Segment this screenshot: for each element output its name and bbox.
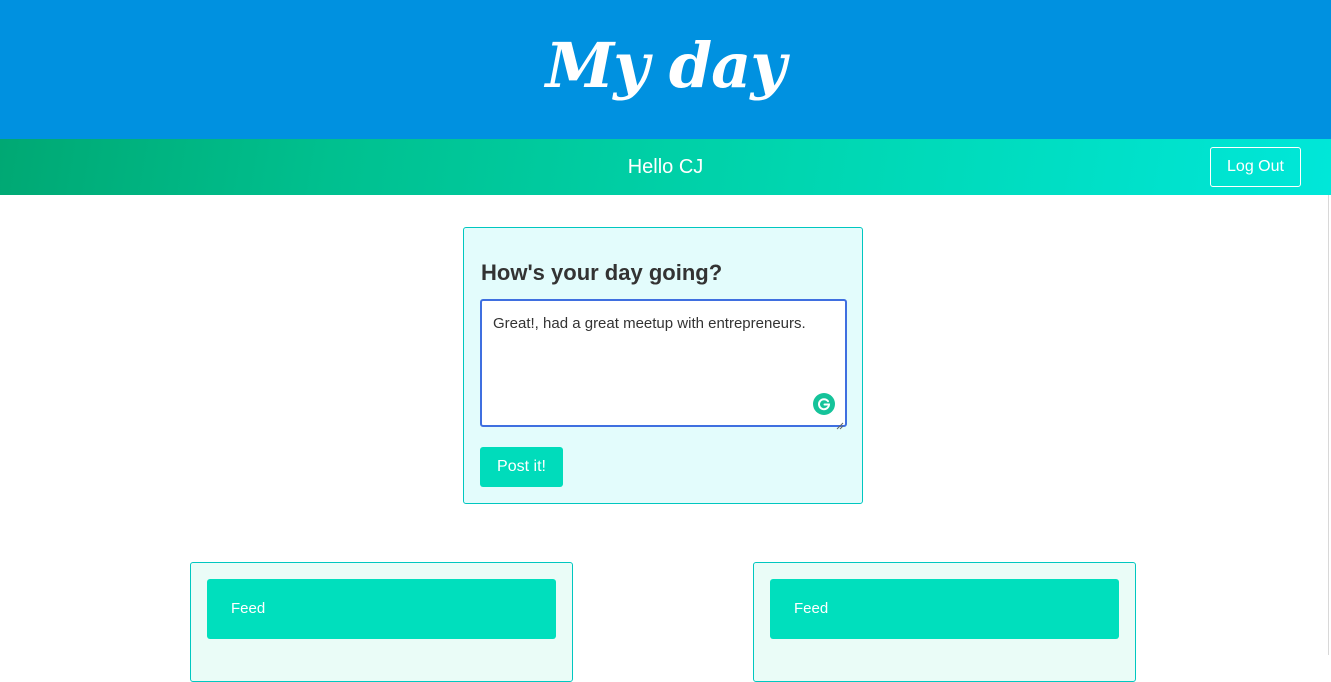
post-form-heading: How's your day going?	[481, 260, 723, 285]
post-textarea-value: Great!, had a great meetup with entrepre…	[493, 315, 806, 332]
logout-button[interactable]: Log Out	[1210, 147, 1301, 187]
feed-card: Feed	[753, 562, 1136, 682]
feed-header: Feed	[770, 579, 1119, 639]
feed-card: Feed	[190, 562, 573, 682]
post-textarea[interactable]: Great!, had a great meetup with entrepre…	[480, 299, 847, 430]
page-scrollbar-edge	[1328, 195, 1329, 655]
greeting-bar: Hello CJ Log Out	[0, 139, 1331, 195]
app-title: My day	[545, 29, 787, 102]
post-submit-button[interactable]: Post it!	[480, 447, 563, 487]
app-header: My day	[0, 0, 1331, 139]
greeting-text: Hello CJ	[627, 156, 704, 178]
feed-header: Feed	[207, 579, 556, 639]
resize-handle-icon[interactable]	[836, 416, 844, 430]
post-form-card: How's your day going? Great!, had a grea…	[463, 227, 863, 504]
grammarly-icon[interactable]	[813, 393, 835, 415]
